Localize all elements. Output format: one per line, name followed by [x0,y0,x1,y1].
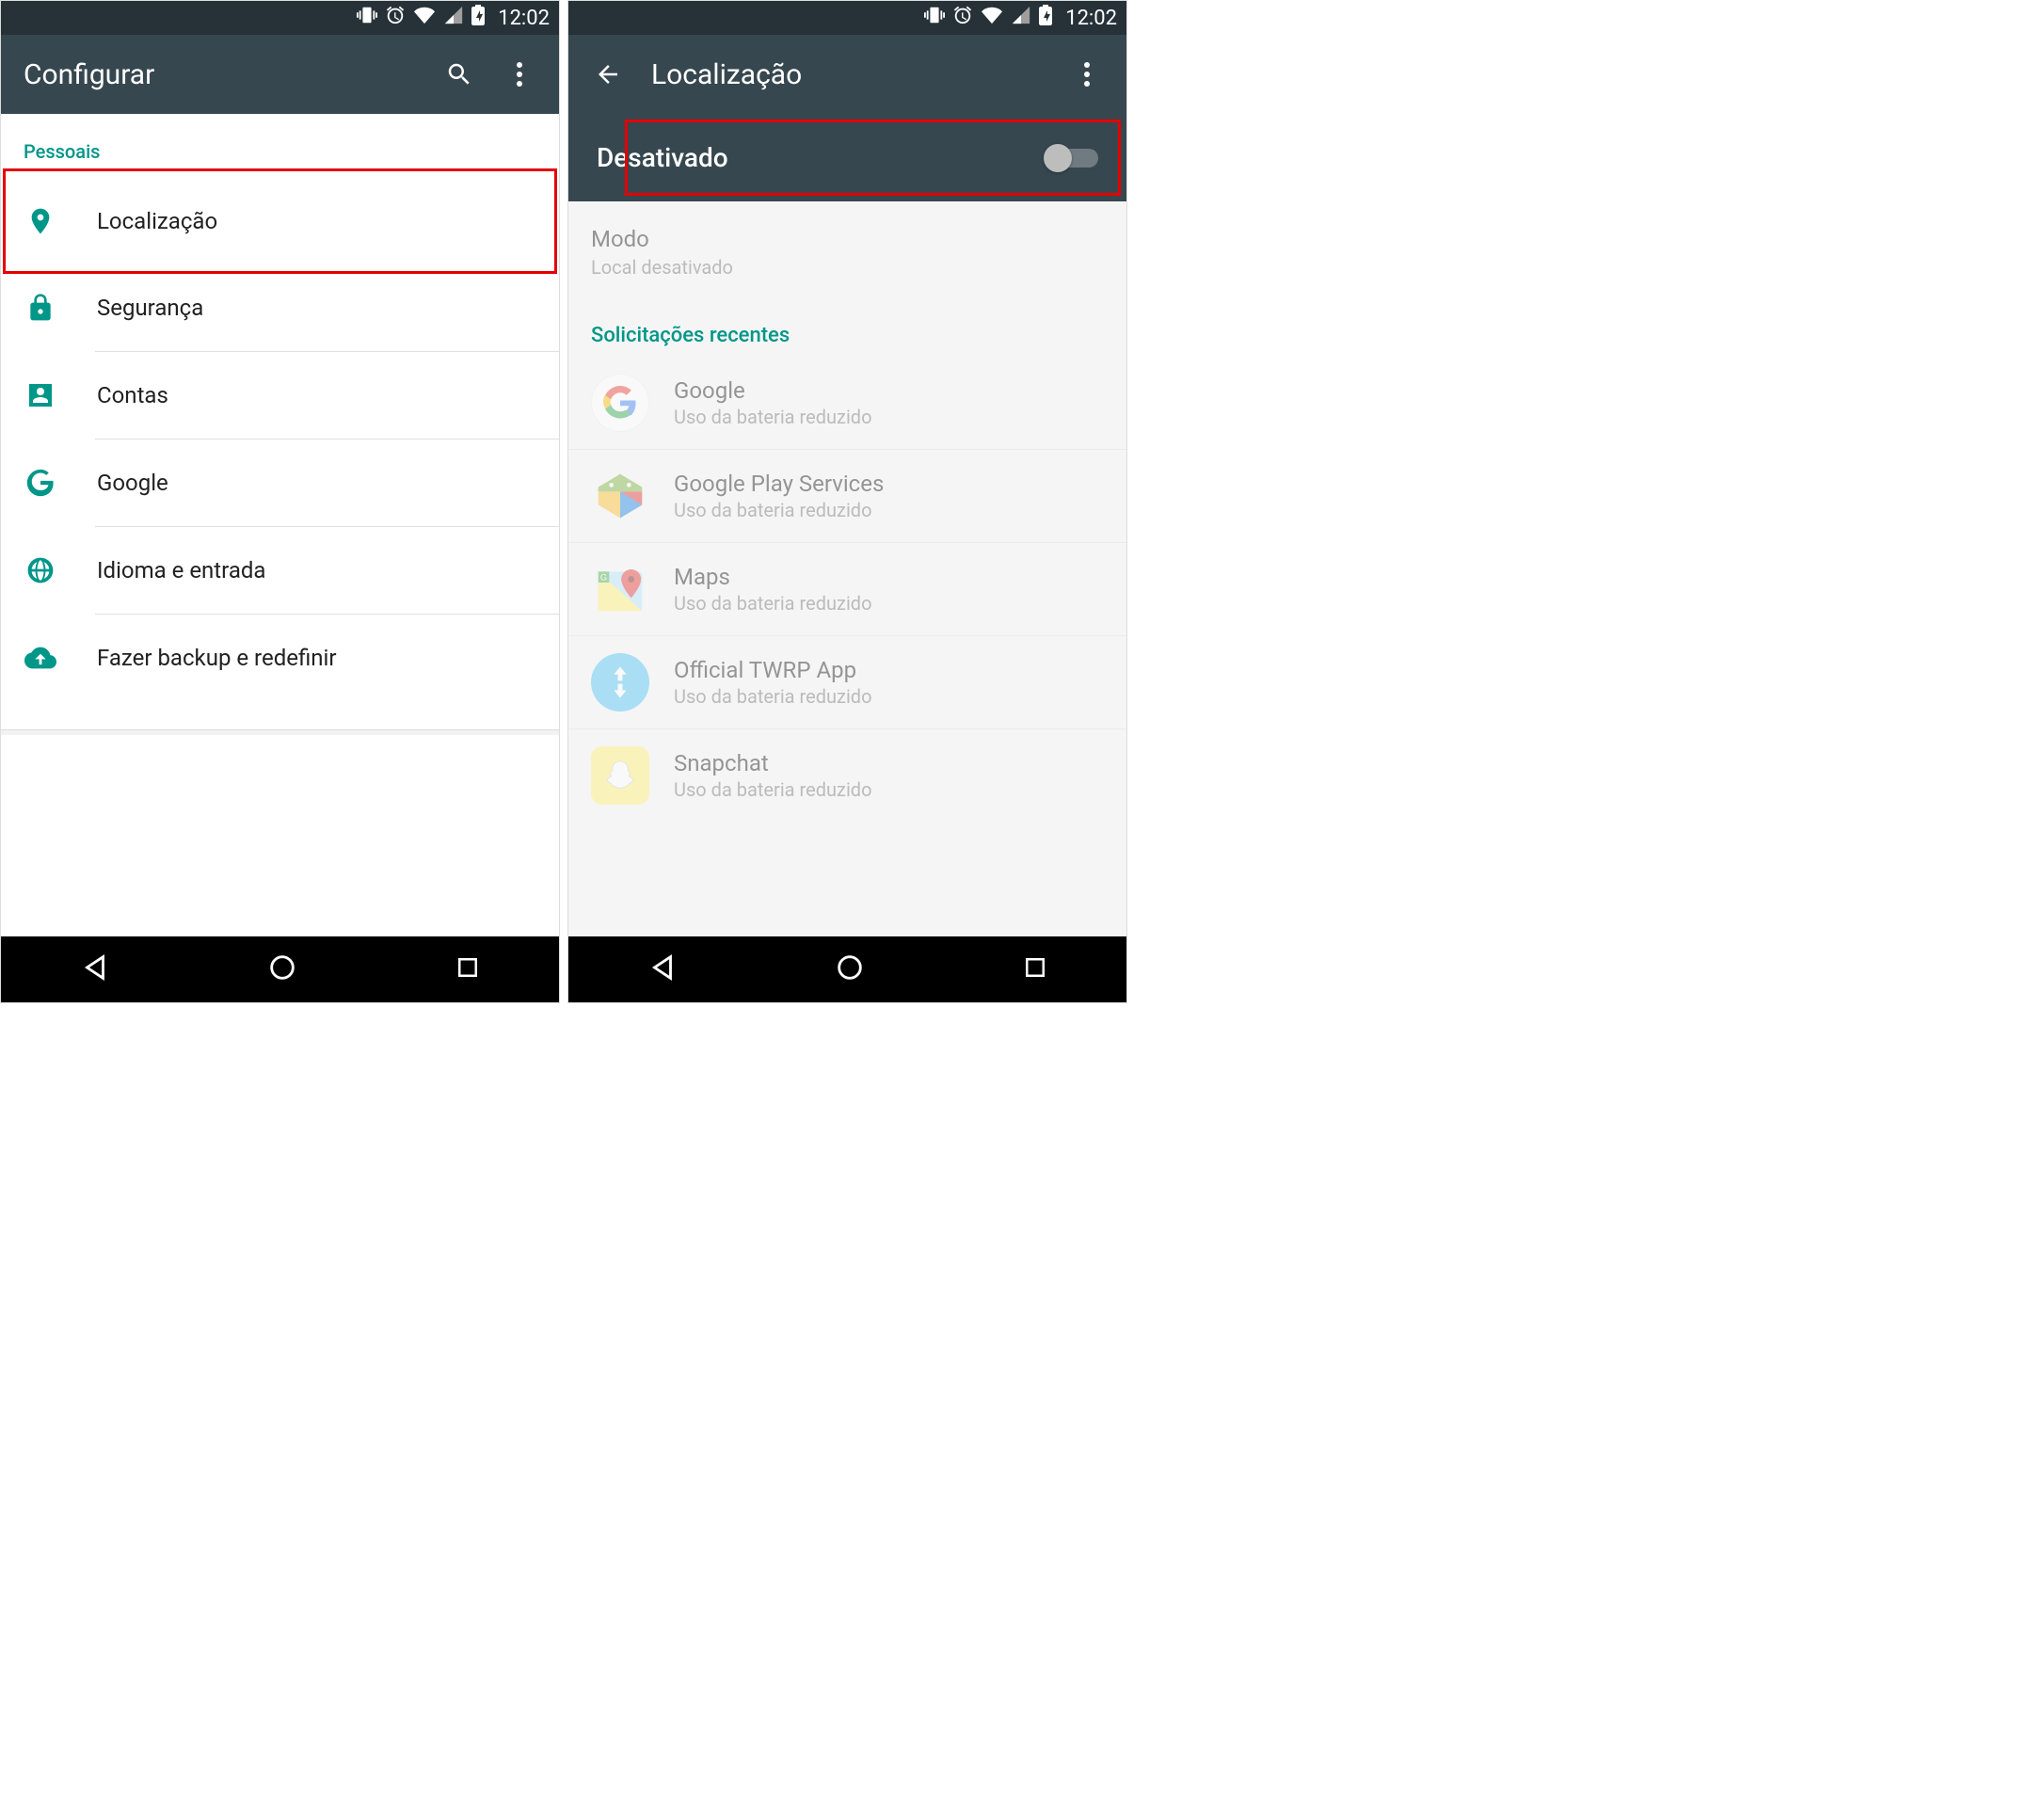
app-row-play-services: Google Play ServicesUso da bateria reduz… [568,450,1126,543]
maps-icon: G [591,560,649,618]
settings-item-contas[interactable]: Contas [1,352,559,439]
twrp-icon [591,653,649,712]
battery-charging-icon [471,5,485,31]
battery-charging-icon [1039,5,1052,31]
wifi-icon [981,5,1003,31]
mode-subtitle: Local desativado [591,256,1104,279]
status-bar: 12:02 [1,1,559,35]
nav-back-button[interactable] [79,951,111,987]
google-icon [24,466,57,500]
section-header-pessoais: Pessoais [1,114,559,178]
globe-icon [24,553,57,587]
settings-item-seguranca[interactable]: Segurança [1,264,559,351]
settings-item-label: Idioma e entrada [97,557,265,584]
settings-item-google[interactable]: Google [1,440,559,526]
nav-home-button[interactable] [834,951,866,987]
location-switch[interactable] [1047,144,1098,172]
signal-icon [1011,5,1031,31]
phone-settings: 12:02 Configurar Pessoais Localização Se… [0,0,560,1003]
app-row-maps: G MapsUso da bateria reduzido [568,543,1126,636]
settings-item-backup[interactable]: Fazer backup e redefinir [1,615,559,701]
settings-item-label: Localização [97,208,217,234]
app-usage: Uso da bateria reduzido [674,406,872,428]
app-name: Google Play Services [674,471,884,497]
alarm-icon [385,5,406,31]
wifi-icon [413,5,436,31]
settings-item-localizacao[interactable]: Localização [1,178,559,264]
toggle-label: Desativado [597,142,1047,173]
settings-item-label: Contas [97,382,168,408]
recent-requests-header: Solicitações recentes [568,303,1126,357]
play-services-icon [591,467,649,525]
cloud-up-icon [24,641,57,675]
app-row-snapchat: SnapchatUso da bateria reduzido [568,729,1126,822]
signal-icon [443,5,464,31]
app-name: Maps [674,564,872,590]
app-name: Google [674,377,872,404]
settings-item-idioma[interactable]: Idioma e entrada [1,527,559,614]
back-button[interactable] [591,57,625,91]
location-icon [24,204,57,238]
app-bar: Configurar [1,35,559,114]
app-name: Snapchat [674,750,872,776]
settings-item-label: Google [97,470,168,496]
app-bar: Localização [568,35,1126,114]
status-bar: 12:02 [568,1,1126,35]
status-time: 12:02 [1065,7,1117,30]
nav-bar [568,936,1126,1002]
overflow-menu-button[interactable] [1070,57,1104,91]
settings-item-label: Segurança [97,295,203,321]
phone-location: 12:02 Localização Desativado Modo Local … [567,0,1127,1003]
app-row-google: GoogleUso da bateria reduzido [568,357,1126,450]
nav-home-button[interactable] [266,951,298,987]
status-time: 12:02 [498,7,550,30]
app-name: Official TWRP App [674,657,872,683]
page-title: Configurar [24,58,416,91]
alarm-icon [952,5,973,31]
mode-title: Modo [591,226,1104,252]
svg-text:G: G [600,573,607,583]
account-icon [24,378,57,412]
app-usage: Uso da bateria reduzido [674,499,884,521]
google-g-icon [591,374,649,432]
app-usage: Uso da bateria reduzido [674,592,872,615]
nav-back-button[interactable] [647,951,679,987]
page-title: Localização [651,58,1044,91]
location-content: Modo Local desativado Solicitações recen… [568,201,1126,936]
nav-recents-button[interactable] [1021,953,1049,985]
vibrate-icon [924,5,945,31]
location-toggle-row[interactable]: Desativado [568,114,1126,201]
app-row-twrp: Official TWRP AppUso da bateria reduzido [568,636,1126,729]
mode-row: Modo Local desativado [568,201,1126,303]
settings-item-label: Fazer backup e redefinir [97,645,336,671]
app-usage: Uso da bateria reduzido [674,685,872,708]
overflow-menu-button[interactable] [503,57,536,91]
snapchat-icon [591,746,649,805]
search-button[interactable] [442,57,476,91]
lock-icon [24,291,57,325]
app-usage: Uso da bateria reduzido [674,778,872,801]
vibrate-icon [357,5,377,31]
nav-bar [1,936,559,1002]
nav-recents-button[interactable] [454,953,482,985]
settings-content: Pessoais Localização Segurança Contas Go… [1,114,559,936]
